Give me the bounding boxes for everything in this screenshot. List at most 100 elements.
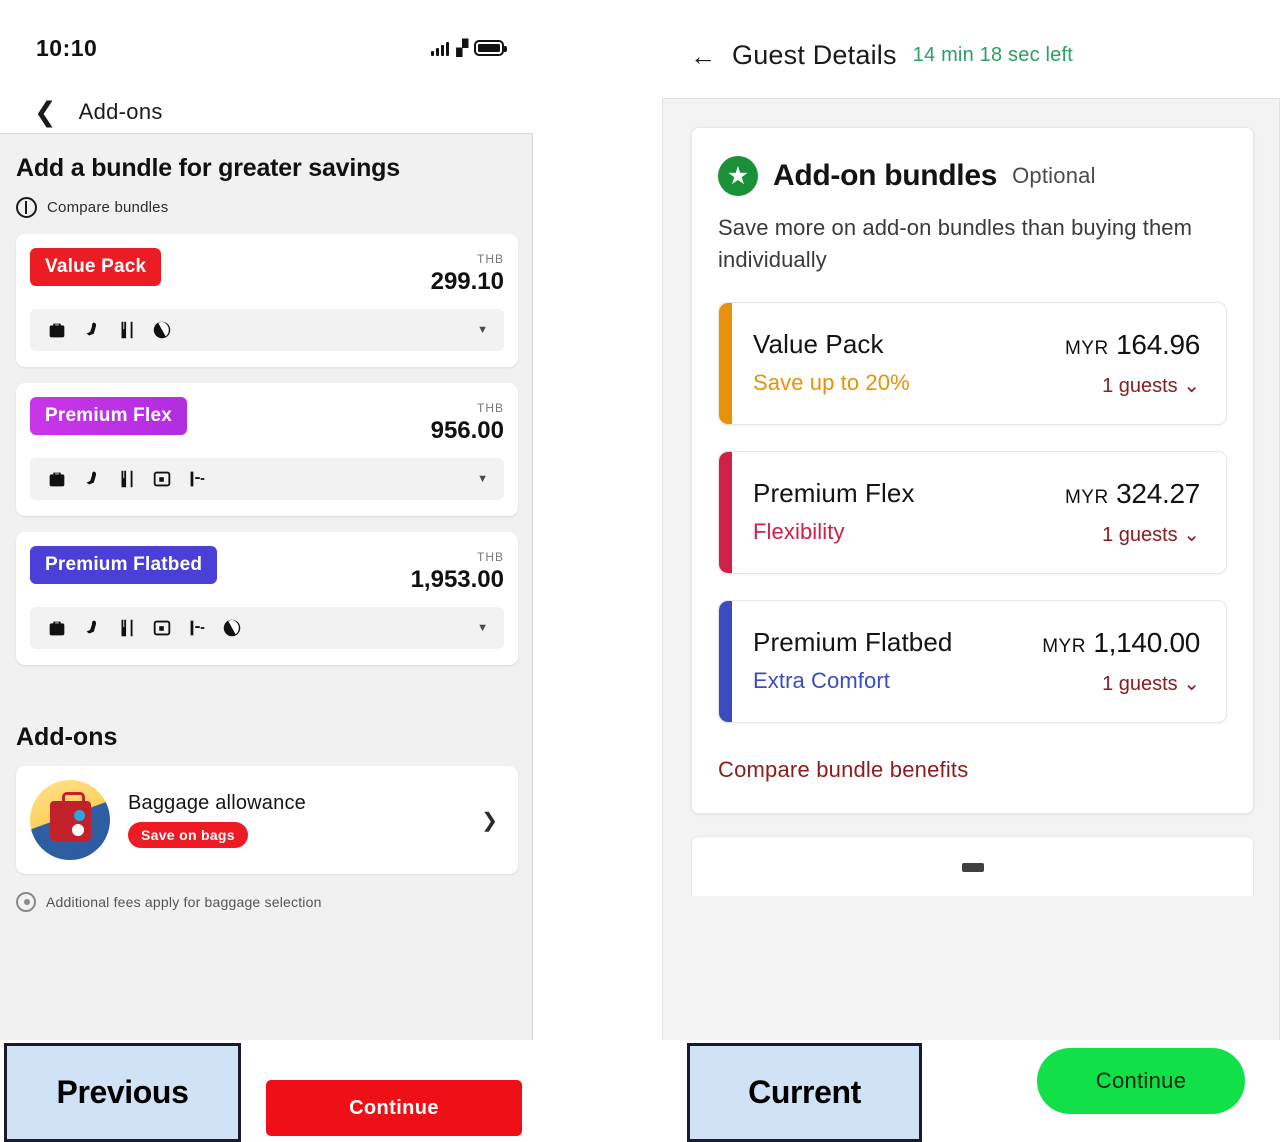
- bundle-row[interactable]: Premium Flatbed Extra Comfort MYR 1,140.…: [718, 600, 1227, 723]
- bundle-price-block: MYR 1,140.00 1 guests ⌄: [1042, 627, 1200, 696]
- bundle-card-top: Premium Flex THB 956.00: [30, 397, 504, 445]
- bundle-price-block: THB 956.00: [431, 397, 504, 445]
- bundle-price: 299.10: [431, 268, 504, 295]
- bundle-guest-selector[interactable]: 1 guests ⌄: [1065, 373, 1200, 398]
- wifi-globe-icon: [151, 319, 173, 341]
- bundle-currency: MYR: [1065, 487, 1109, 508]
- baggage-icon: [46, 617, 68, 639]
- guest-count-label: 1 guests: [1102, 524, 1178, 546]
- nav-bar: ❮ Add-ons: [0, 88, 540, 136]
- baggage-icon: [46, 319, 68, 341]
- bundle-price-line: MYR 1,140.00: [1042, 627, 1200, 659]
- checkin-icon: [151, 468, 173, 490]
- wifi-icon: ▞: [456, 39, 467, 57]
- current-screen-content: ★ Add-on bundles Optional Save more on a…: [662, 98, 1280, 1040]
- wifi-globe-icon: [221, 617, 243, 639]
- status-bar-icons: ▞: [431, 39, 504, 57]
- bundle-name: Value Pack: [753, 329, 910, 360]
- bundle-price: 956.00: [431, 417, 504, 444]
- bundle-accent-bar: [719, 303, 732, 424]
- bundle-card[interactable]: Value Pack THB 299.10 ▼: [16, 234, 518, 367]
- bundle-guest-selector[interactable]: 1 guests ⌄: [1042, 671, 1200, 696]
- chevron-down-icon: ⌄: [1183, 524, 1200, 546]
- star-badge-icon: ★: [718, 156, 758, 196]
- bundle-price-line: MYR 164.96: [1065, 329, 1200, 361]
- previous-state-label: Previous: [4, 1043, 241, 1142]
- bundle-card[interactable]: Premium Flex THB 956.00 ▼: [16, 383, 518, 516]
- bundle-currency: THB: [477, 252, 504, 266]
- bundle-accent-bar: [719, 452, 732, 573]
- footnote-text: Additional fees apply for baggage select…: [46, 894, 322, 910]
- chevron-down-icon[interactable]: ▼: [477, 324, 488, 336]
- seat-icon: [81, 468, 103, 490]
- chevron-down-icon[interactable]: ▼: [477, 473, 488, 485]
- compare-bundles-label: Compare bundles: [47, 199, 168, 216]
- flex-icon: [186, 617, 208, 639]
- bundle-row-inner: Premium Flex Flexibility MYR 324.27 1 gu…: [753, 478, 1200, 547]
- current-state-label: Current: [687, 1043, 922, 1142]
- continue-green-label: Continue: [1096, 1068, 1186, 1094]
- bundle-benefit-strip[interactable]: ▼: [30, 607, 504, 649]
- bundle-row[interactable]: Premium Flex Flexibility MYR 324.27 1 gu…: [718, 451, 1227, 574]
- chevron-down-icon: ⌄: [1183, 673, 1200, 695]
- flex-icon: [186, 468, 208, 490]
- optional-label: Optional: [1012, 163, 1096, 189]
- benefit-icons: [46, 617, 243, 639]
- addons-heading: Add-ons: [16, 723, 532, 752]
- addon-footnote: Additional fees apply for baggage select…: [16, 892, 532, 912]
- bundle-benefit-strip[interactable]: ▼: [30, 309, 504, 351]
- benefit-icons: [46, 319, 173, 341]
- bundle-tagline: Extra Comfort: [753, 668, 952, 694]
- bundle-name-chip: Premium Flatbed: [30, 546, 217, 584]
- continue-button-previous[interactable]: Continue: [266, 1080, 522, 1136]
- bundle-guest-selector[interactable]: 1 guests ⌄: [1065, 522, 1200, 547]
- suitcase-sticker-white: [72, 824, 84, 836]
- guest-count-label: 1 guests: [1102, 673, 1178, 695]
- bundle-row[interactable]: Value Pack Save up to 20% MYR 164.96 1 g…: [718, 302, 1227, 425]
- meal-icon: [116, 468, 138, 490]
- meal-icon: [116, 617, 138, 639]
- bundle-price-block: MYR 324.27 1 guests ⌄: [1065, 478, 1200, 547]
- bundle-card[interactable]: Premium Flatbed THB 1,953.00: [16, 532, 518, 665]
- bundle-name-chip: Premium Flex: [30, 397, 187, 435]
- bundle-currency: THB: [477, 401, 504, 415]
- bundle-benefit-strip[interactable]: ▼: [30, 458, 504, 500]
- signal-bars-icon: [431, 41, 450, 56]
- chevron-down-icon[interactable]: ▼: [477, 622, 488, 634]
- bundle-info: Premium Flatbed Extra Comfort: [753, 627, 952, 694]
- chevron-down-icon: ⌄: [1183, 375, 1200, 397]
- addon-bundles-title: Add-on bundles: [773, 159, 997, 193]
- next-section-card: [691, 836, 1254, 896]
- chevron-left-icon[interactable]: ❮: [34, 99, 57, 126]
- addon-bundles-subtitle: Save more on add-on bundles than buying …: [718, 212, 1227, 276]
- bundle-price-block: MYR 164.96 1 guests ⌄: [1065, 329, 1200, 398]
- compare-bundles-link[interactable]: Compare bundles: [16, 197, 532, 218]
- suitcase-sticker-blue: [74, 810, 85, 821]
- addon-text-block: Baggage allowance Save on bags: [128, 792, 463, 848]
- seat-icon: [81, 319, 103, 341]
- session-timer: 14 min 18 sec left: [913, 44, 1073, 67]
- arrow-left-icon[interactable]: ←: [690, 43, 716, 69]
- addon-bundles-header: ★ Add-on bundles Optional: [718, 156, 1227, 196]
- chevron-right-icon[interactable]: ❯: [481, 808, 504, 833]
- page-title: Add-ons: [79, 99, 163, 125]
- benefit-icons: [46, 468, 208, 490]
- bundle-card-top: Premium Flatbed THB 1,953.00: [30, 546, 504, 594]
- previous-label-text: Previous: [57, 1074, 189, 1111]
- bundle-name: Premium Flex: [753, 478, 915, 509]
- bundle-price: 324.27: [1116, 478, 1200, 509]
- addon-badge: Save on bags: [128, 822, 248, 848]
- previous-screen-content: Add a bundle for greater savings Compare…: [0, 133, 533, 1040]
- bundle-price: 1,953.00: [411, 566, 504, 593]
- continue-button-current[interactable]: Continue: [1037, 1048, 1245, 1114]
- bundle-price: 164.96: [1116, 329, 1200, 360]
- meal-icon: [116, 319, 138, 341]
- bundle-info: Value Pack Save up to 20%: [753, 329, 910, 396]
- page-title: Guest Details: [732, 40, 897, 71]
- compare-bundle-benefits-link[interactable]: Compare bundle benefits: [718, 757, 1227, 783]
- guest-details-header: ← Guest Details 14 min 18 sec left: [660, 0, 1280, 71]
- addon-list-item[interactable]: Baggage allowance Save on bags ❯: [16, 766, 518, 874]
- bundle-price-block: THB 299.10: [431, 248, 504, 296]
- bundle-info: Premium Flex Flexibility: [753, 478, 915, 545]
- collapsed-content-indicator: [962, 863, 984, 872]
